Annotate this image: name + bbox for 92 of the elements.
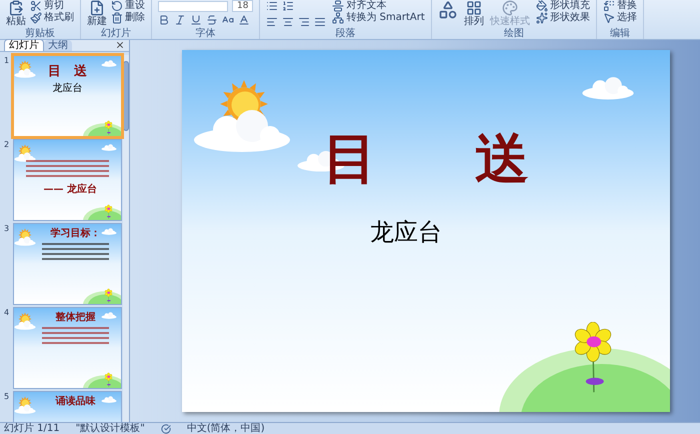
font-color-icon[interactable] <box>238 14 250 26</box>
ribbon-large-button[interactable]: 新建 <box>87 0 107 27</box>
flower-drawing <box>104 204 113 220</box>
slide-title: 目 <box>323 130 377 188</box>
slide-title: 学习目标： <box>50 228 102 240</box>
ribbon-button[interactable]: 替换 <box>602 0 637 12</box>
delete-icon <box>111 12 123 24</box>
slide-thumbnail[interactable]: 诵读品味 <box>14 392 121 422</box>
cloud-drawing <box>580 76 636 100</box>
bold-icon[interactable] <box>158 14 170 26</box>
justify-icon[interactable] <box>314 16 326 28</box>
spelling-check-icon[interactable] <box>160 424 171 434</box>
text-line <box>42 337 109 339</box>
arrange-icon <box>466 0 482 16</box>
slide-title: 诵读品味 <box>54 396 96 408</box>
font-name-field[interactable] <box>158 0 228 12</box>
slide-number: 4 <box>4 308 10 318</box>
reset-icon <box>111 0 123 12</box>
theme-name: "默认设计模板" <box>76 423 145 434</box>
ribbon-large-button[interactable]: 排列 <box>464 0 484 27</box>
ribbon-button[interactable]: 选择 <box>602 12 637 24</box>
cloud-drawing <box>101 60 117 67</box>
pointer-icon <box>602 12 615 24</box>
slide-number: 5 <box>4 392 10 402</box>
smartart-icon <box>332 12 344 24</box>
group-label: 幻灯片 <box>100 28 132 39</box>
ribbon-large-button[interactable]: 粘贴 <box>6 0 26 27</box>
paint-bucket-icon <box>536 0 548 12</box>
slide-title: 目 送 <box>48 64 87 79</box>
slide-number: 3 <box>4 224 10 234</box>
slide-number: 2 <box>4 140 10 150</box>
cloud-drawing <box>14 236 36 246</box>
flower-drawing <box>104 288 113 304</box>
ribbon-button[interactable]: 形状效果 <box>536 12 590 24</box>
slide-thumbnail[interactable]: 整体把握 <box>14 308 121 388</box>
flower-drawing <box>104 372 113 388</box>
ribbon-button[interactable]: 转换为 SmartArt <box>332 12 425 24</box>
paste-icon <box>8 0 24 16</box>
numbered-list-icon[interactable] <box>282 0 294 12</box>
shapes-gallery-icon[interactable] <box>438 0 458 20</box>
cloud-drawing <box>101 396 117 403</box>
text-line <box>42 258 109 260</box>
replace-icon <box>602 0 615 12</box>
ribbon-button[interactable]: 重设 <box>111 0 145 12</box>
panel-tab[interactable]: 幻灯片 <box>4 39 44 51</box>
align-center-icon[interactable] <box>282 16 294 28</box>
group-label: 绘图 <box>502 28 525 39</box>
scrollbar[interactable] <box>123 55 129 422</box>
cloud-drawing <box>14 68 36 78</box>
text-line <box>42 327 109 329</box>
cloud-drawing <box>101 144 117 151</box>
sparkle-icon <box>536 12 548 24</box>
cloud-drawing <box>101 312 117 319</box>
text-line <box>42 332 109 334</box>
text-line <box>42 248 109 250</box>
align-text-icon <box>332 0 344 12</box>
slide-subtitle: —— 龙应台 <box>44 184 98 196</box>
text-line <box>42 243 109 245</box>
slide-thumbnail[interactable]: 目 送 龙应台 <box>14 56 121 136</box>
slide-subtitle: 龙应台 <box>52 83 82 95</box>
cloud-drawing <box>101 228 117 235</box>
palette-icon <box>502 0 518 16</box>
group-label: 剪贴板 <box>24 28 56 39</box>
ribbon-button[interactable]: 删除 <box>111 12 145 24</box>
slide-number: 1 <box>4 56 10 66</box>
italic-icon[interactable] <box>174 14 186 26</box>
group-label: 段落 <box>334 28 357 39</box>
author-text: 龙应台 <box>370 218 442 246</box>
language-indicator: 中文(简体，中国) <box>186 423 265 434</box>
group-label: 编辑 <box>608 28 631 39</box>
panel-tab[interactable]: 大纲 <box>44 40 72 51</box>
align-left-icon[interactable] <box>266 16 278 28</box>
flower-drawing <box>104 120 113 136</box>
slide-thumbnail[interactable]: 学习目标： <box>14 224 121 304</box>
slide-count: 幻灯片 1/11 <box>4 423 60 434</box>
font-size-field[interactable]: 18 <box>232 0 254 12</box>
cloud-drawing <box>14 404 36 414</box>
align-right-icon[interactable] <box>298 16 310 28</box>
group-label: 字体 <box>194 28 217 39</box>
cloud-drawing <box>14 320 36 330</box>
underline-icon[interactable] <box>190 14 202 26</box>
new-slide-icon <box>89 0 105 16</box>
ribbon-button[interactable]: 格式刷 <box>30 12 74 24</box>
slide-title: 整体把握 <box>54 312 96 324</box>
strikethrough-icon[interactable] <box>206 14 218 26</box>
scissors-icon <box>30 0 42 12</box>
slide-thumbnail[interactable]: —— 龙应台 <box>14 140 121 220</box>
paintbrush-icon <box>30 12 42 24</box>
text-line <box>42 342 109 344</box>
text-line <box>42 253 109 255</box>
slide-title: 送 <box>475 130 529 188</box>
close-icon[interactable] <box>115 40 125 50</box>
